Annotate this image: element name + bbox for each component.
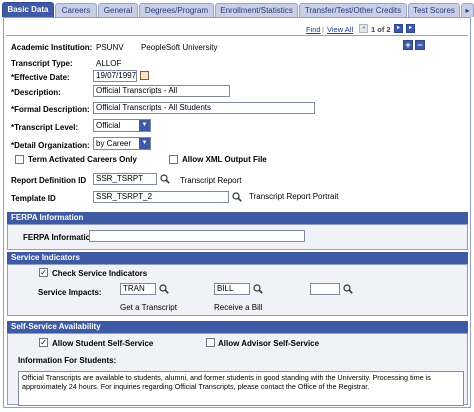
detail-org-value: by Career xyxy=(96,139,132,148)
transcript-type-value: ALLOF xyxy=(96,59,122,68)
tab-transfer-test-credits[interactable]: Transfer/Test/Other Credits xyxy=(299,3,407,17)
chevron-down-icon: ▼ xyxy=(139,138,150,149)
transcript-type-label: Transcript Type: xyxy=(11,59,73,68)
ferpa-header: FERPA Information xyxy=(7,212,468,224)
transcript-level-label: *Transcript Level: xyxy=(11,123,79,132)
info-for-students-textarea[interactable]: Official Transcripts are available to st… xyxy=(18,371,464,406)
service-impact-3-input[interactable] xyxy=(310,283,340,295)
term-activated-checkbox[interactable] xyxy=(15,155,24,164)
description-label: *Description: xyxy=(11,88,61,97)
tab-test-scores[interactable]: Test Scores xyxy=(408,3,460,17)
lookup-icon[interactable] xyxy=(232,192,242,202)
template-label: Template ID xyxy=(11,194,56,203)
institution-label: Academic Institution: xyxy=(11,43,93,52)
service-impact-2-input[interactable]: BILL xyxy=(214,283,250,295)
tab-enrollment-statistics[interactable]: Enrollment/Statistics xyxy=(215,3,298,17)
arrow-right-icon: ▸ xyxy=(465,6,470,15)
lookup-icon[interactable] xyxy=(343,284,353,294)
find-link[interactable]: Find xyxy=(306,25,321,34)
formal-description-input[interactable]: Official Transcripts - All Students xyxy=(93,102,315,114)
description-input[interactable]: Official Transcripts - All xyxy=(93,85,230,97)
transcript-level-value: Official xyxy=(96,121,121,130)
allow-student-label: Allow Student Self-Service xyxy=(52,339,154,348)
tab-degrees-program[interactable]: Degrees/Program xyxy=(139,3,214,17)
tab-bar: Basic Data Careers General Degrees/Progr… xyxy=(0,0,474,17)
allow-student-checkbox[interactable]: ✓ xyxy=(39,338,48,347)
self-service-header: Self-Service Availability xyxy=(7,321,468,333)
check-service-checkbox[interactable]: ✓ xyxy=(39,268,48,277)
lookup-icon[interactable] xyxy=(159,284,169,294)
service-impacts-label: Service Impacts: xyxy=(38,288,102,297)
report-def-label: Report Definition ID xyxy=(11,176,87,185)
first-arrow-icon[interactable]: ◂ xyxy=(359,24,368,33)
delete-row-button[interactable]: − xyxy=(415,40,425,50)
transcript-level-select[interactable]: Official ▼ xyxy=(93,119,151,132)
tab-careers[interactable]: Careers xyxy=(55,3,97,17)
allow-xml-checkbox[interactable] xyxy=(169,155,178,164)
nav-divider xyxy=(6,35,468,36)
check-service-label: Check Service Indicators xyxy=(52,269,148,278)
view-all-link[interactable]: View All xyxy=(327,25,353,34)
report-def-desc: Transcript Report xyxy=(180,176,242,185)
allow-advisor-label: Allow Advisor Self-Service xyxy=(218,339,320,348)
tab-scroll-right[interactable]: ▸ xyxy=(461,3,474,17)
add-row-button[interactable]: + xyxy=(403,40,413,50)
effective-date-label: *Effective Date: xyxy=(11,73,70,82)
service-impact-2-desc: Receive a Bill xyxy=(214,303,263,312)
minus-icon: − xyxy=(417,40,423,50)
pager-text: 1 of 2 xyxy=(371,25,391,34)
service-impact-1-desc: Get a Transcript xyxy=(120,303,177,312)
main-panel: Find | View All ◂ 1 of 2 ▸ ▸ + − Academi… xyxy=(3,17,471,408)
detail-org-label: *Detail Organization: xyxy=(11,141,90,150)
template-desc: Transcript Report Portrait xyxy=(249,192,339,201)
plus-icon: + xyxy=(405,40,411,50)
term-activated-label: Term Activated Careers Only xyxy=(28,155,137,164)
ferpa-label: FERPA Information xyxy=(23,233,96,242)
allow-advisor-checkbox[interactable] xyxy=(206,338,215,347)
nav-separator: | xyxy=(322,25,324,34)
institution-code: PSUNV xyxy=(96,43,124,52)
institution-name: PeopleSoft University xyxy=(141,43,218,52)
effective-date-input[interactable]: 19/07/1997 xyxy=(93,70,137,82)
tab-basic-data[interactable]: Basic Data xyxy=(2,2,54,17)
tab-general[interactable]: General xyxy=(98,3,138,17)
last-arrow-icon[interactable]: ▸ xyxy=(406,24,415,33)
formal-description-label: *Formal Description: xyxy=(11,105,90,114)
detail-org-select[interactable]: by Career ▼ xyxy=(93,137,151,150)
allow-xml-label: Allow XML Output File xyxy=(182,155,267,164)
lookup-icon[interactable] xyxy=(253,284,263,294)
info-for-students-label: Information For Students: xyxy=(18,356,117,365)
report-def-input[interactable]: SSR_TSRPT xyxy=(93,173,157,185)
service-impact-1-input[interactable]: TRAN xyxy=(120,283,156,295)
service-indicators-header: Service Indicators xyxy=(7,252,468,264)
ferpa-input[interactable] xyxy=(89,230,305,242)
calendar-icon[interactable] xyxy=(140,71,149,80)
template-input[interactable]: SSR_TSRPT_2 xyxy=(93,191,229,203)
lookup-icon[interactable] xyxy=(160,174,170,184)
chevron-down-icon: ▼ xyxy=(139,120,150,131)
next-arrow-icon[interactable]: ▸ xyxy=(394,24,403,33)
